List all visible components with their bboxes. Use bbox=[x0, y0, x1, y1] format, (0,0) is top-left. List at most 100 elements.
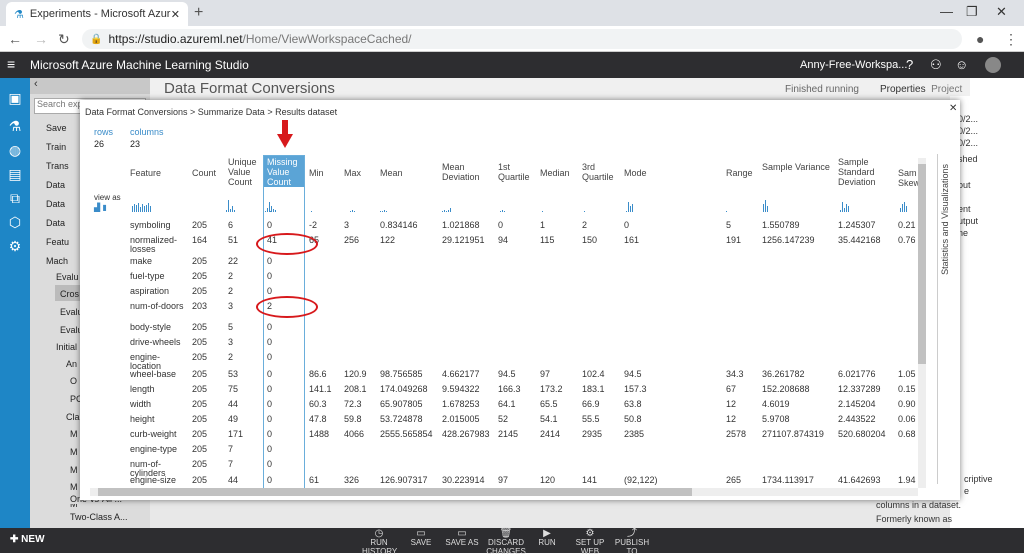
column-header[interactable]: Sample Standard Deviation bbox=[838, 157, 896, 187]
histogram-thumbnail[interactable] bbox=[311, 198, 313, 214]
histogram-thumbnail[interactable] bbox=[584, 198, 586, 214]
url-field[interactable]: 🔒 https://studio.azureml.net/Home/ViewWo… bbox=[82, 29, 962, 49]
column-header[interactable]: Unique Value Count bbox=[228, 157, 266, 187]
palette-item[interactable]: M bbox=[70, 482, 78, 492]
histogram-thumbnail[interactable] bbox=[763, 198, 769, 214]
reload-icon[interactable]: ↻ bbox=[58, 31, 70, 48]
palette-item[interactable]: An bbox=[66, 359, 77, 369]
community-icon[interactable]: ⚇ bbox=[930, 57, 942, 73]
column-header[interactable]: Range bbox=[726, 168, 760, 178]
column-header[interactable]: Min bbox=[309, 168, 343, 178]
palette-item[interactable]: Cros bbox=[60, 289, 79, 299]
palette-item[interactable]: Evalu bbox=[56, 272, 79, 282]
horizontal-scrollbar[interactable] bbox=[90, 488, 918, 496]
discard-changes-button[interactable]: 🗑 DISCARD CHANGES bbox=[484, 529, 528, 556]
column-header[interactable]: Missing Value Count bbox=[267, 157, 307, 187]
avatar[interactable] bbox=[985, 57, 1001, 73]
run-history-button[interactable]: ◷ RUN HISTORY bbox=[362, 529, 397, 556]
palette-item[interactable]: Two-Class A... bbox=[70, 512, 128, 522]
palette-item[interactable]: Trans bbox=[46, 161, 69, 171]
histogram-thumbnail[interactable] bbox=[270, 198, 272, 214]
column-header[interactable]: Count bbox=[192, 168, 226, 178]
run-button[interactable]: ▶ RUN bbox=[534, 529, 560, 548]
menu-icon[interactable]: ⋮ bbox=[1004, 31, 1018, 48]
palette-item[interactable]: Initial bbox=[56, 342, 77, 352]
save-as-button[interactable]: ▭ SAVE AS bbox=[444, 529, 480, 548]
column-header[interactable]: Median bbox=[540, 168, 580, 178]
histogram-view-icon[interactable]: ▟ ▮ bbox=[94, 203, 107, 212]
tab-properties[interactable]: Properties bbox=[880, 84, 926, 95]
publish-button[interactable]: ⤴ PUBLISH TO bbox=[612, 529, 652, 556]
scroll-thumb[interactable] bbox=[98, 488, 692, 496]
stats-visualizations-panel[interactable]: Statistics and Visualizations bbox=[937, 154, 955, 484]
histogram-thumbnail[interactable] bbox=[900, 198, 908, 214]
column-header[interactable]: Sam Skew bbox=[898, 168, 920, 188]
histogram-thumbnail[interactable] bbox=[226, 198, 236, 214]
projects-icon[interactable]: ▣ bbox=[6, 90, 24, 108]
experiments-icon[interactable]: ⚗ bbox=[6, 118, 24, 136]
help-icon[interactable]: ? bbox=[906, 57, 913, 72]
forward-icon[interactable]: → bbox=[34, 31, 48, 47]
new-button[interactable]: ✚ NEW bbox=[10, 534, 45, 545]
url-host: https://studio.azureml.net bbox=[108, 32, 243, 46]
hamburger-icon[interactable]: ≡ bbox=[7, 56, 15, 72]
settings-icon[interactable]: ⚙ bbox=[6, 238, 24, 256]
table-cell: 3 bbox=[344, 220, 350, 230]
collapse-palette-icon[interactable]: ‹ bbox=[30, 78, 150, 94]
back-icon[interactable]: ← bbox=[8, 31, 22, 47]
close-tab-icon[interactable]: ✕ bbox=[171, 8, 180, 21]
column-header[interactable]: 1st Quartile bbox=[498, 162, 538, 182]
table-cell: 164 bbox=[192, 235, 208, 245]
minimize-icon[interactable]: — bbox=[940, 4, 953, 19]
palette-item[interactable]: Data bbox=[46, 218, 65, 228]
table-cell: 0 bbox=[498, 220, 504, 230]
pane-text: utput bbox=[958, 216, 979, 226]
restore-icon[interactable]: ❐ bbox=[966, 4, 978, 20]
histogram-thumbnail[interactable] bbox=[132, 198, 152, 214]
histogram-thumbnail[interactable] bbox=[840, 198, 850, 214]
feedback-icon[interactable]: ☺ bbox=[955, 57, 968, 72]
column-header[interactable]: Sample Variance bbox=[762, 162, 836, 172]
histogram-thumbnail[interactable] bbox=[442, 198, 452, 214]
browser-tab[interactable]: ⚗ Experiments - Microsoft Azure ✕ bbox=[6, 2, 188, 26]
close-icon[interactable]: ✕ bbox=[949, 103, 957, 114]
web-services-icon[interactable]: ◍ bbox=[6, 142, 24, 160]
notebooks-icon[interactable]: ▤ bbox=[6, 166, 24, 184]
palette-item[interactable]: Save bbox=[46, 123, 67, 133]
table-cell: 1.245307 bbox=[838, 220, 876, 230]
table-cell: 59.8 bbox=[344, 414, 362, 424]
models-icon[interactable]: ⬡ bbox=[6, 214, 24, 232]
palette-item[interactable]: M bbox=[70, 465, 78, 475]
palette-item[interactable]: Featu bbox=[46, 237, 69, 247]
histogram-thumbnail[interactable] bbox=[380, 198, 388, 214]
new-tab-button[interactable]: + bbox=[194, 4, 203, 22]
column-header[interactable]: Mean bbox=[380, 168, 440, 178]
tab-project[interactable]: Project bbox=[931, 84, 962, 95]
palette-item[interactable]: Data bbox=[46, 180, 65, 190]
column-header[interactable]: Feature bbox=[130, 168, 186, 178]
datasets-icon[interactable]: ⧉ bbox=[6, 190, 24, 208]
histogram-thumbnail[interactable] bbox=[500, 198, 506, 214]
set-up-web-service-button[interactable]: ⚙ SET UP WEB bbox=[570, 529, 610, 556]
histogram-thumbnail[interactable] bbox=[542, 198, 544, 214]
profile-icon[interactable]: ● bbox=[976, 31, 984, 47]
palette-item[interactable]: M bbox=[70, 429, 78, 439]
histogram-thumbnail[interactable] bbox=[350, 198, 356, 214]
histogram-thumbnail[interactable] bbox=[726, 198, 728, 214]
histogram-thumbnail[interactable] bbox=[626, 198, 634, 214]
column-header[interactable]: Mean Deviation bbox=[442, 162, 496, 182]
workspace-selector[interactable]: Anny-Free-Workspa... bbox=[800, 59, 907, 71]
save-button[interactable]: ▭ SAVE bbox=[404, 529, 438, 548]
column-header[interactable]: 3rd Quartile bbox=[582, 162, 622, 182]
palette-item[interactable]: Mach bbox=[46, 256, 68, 266]
palette-item[interactable]: O bbox=[70, 376, 77, 386]
palette-item[interactable]: Train bbox=[46, 142, 66, 152]
palette-item[interactable]: M bbox=[70, 447, 78, 457]
column-header[interactable]: Mode bbox=[624, 168, 714, 178]
scroll-thumb[interactable] bbox=[918, 164, 926, 364]
close-window-icon[interactable]: ✕ bbox=[996, 4, 1007, 20]
vertical-scrollbar[interactable] bbox=[918, 158, 926, 488]
column-header[interactable]: Max bbox=[344, 168, 378, 178]
palette-item[interactable]: Data bbox=[46, 199, 65, 209]
palette-item[interactable]: Cla bbox=[66, 412, 80, 422]
